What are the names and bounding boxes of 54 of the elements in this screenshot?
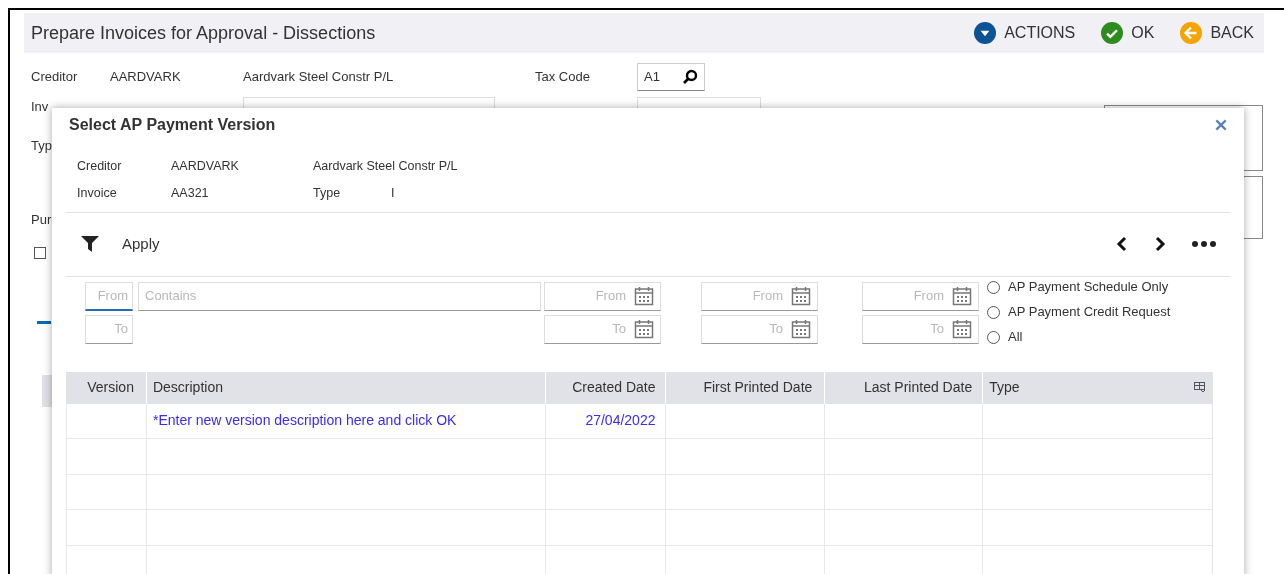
column-header[interactable]: Type [982, 371, 1212, 404]
close-button[interactable] [1214, 118, 1228, 132]
calendar-icon [952, 319, 972, 339]
next-button[interactable] [1154, 236, 1166, 252]
check-icon [1101, 22, 1124, 44]
previous-button[interactable] [1116, 236, 1128, 252]
field-label: Pur [31, 211, 52, 229]
field-value: AARDVARK [110, 68, 181, 86]
field-label: Inv [31, 98, 49, 116]
calendar-icon [952, 286, 972, 306]
field-value: Aardvark Steel Constr P/L [313, 158, 459, 175]
tax-code-field[interactable]: A1 [637, 63, 705, 91]
more-button[interactable] [1192, 241, 1216, 247]
radio-button[interactable] [987, 280, 1000, 294]
table-header-background [42, 375, 52, 407]
tab-indicator [37, 321, 51, 324]
radio-option[interactable]: All [987, 327, 1171, 347]
column-header[interactable]: Version [66, 371, 146, 404]
column-header[interactable]: First Printed Date [665, 371, 825, 404]
radio-button[interactable] [987, 305, 1000, 319]
checkbox[interactable] [34, 247, 46, 259]
field-label: Type [313, 184, 342, 202]
apply-button[interactable]: Apply [80, 232, 160, 256]
column-header[interactable]: Description [145, 371, 545, 404]
filter-icon [80, 235, 100, 253]
dropdown-icon [974, 22, 997, 44]
radio-option[interactable]: AP Payment Schedule Only [987, 277, 1171, 297]
field-value: Aardvark Steel Constr P/L [243, 68, 394, 86]
back-icon [1180, 22, 1203, 44]
field-label: Invoice [77, 184, 118, 202]
field-label: Creditor [77, 158, 123, 175]
field-value: AARDVARK [171, 158, 240, 175]
table-cell-text: 27/04/2022 [585, 411, 656, 431]
field-label: Tax Code [535, 68, 590, 86]
search-icon [682, 69, 698, 85]
ok-button[interactable]: OK [1101, 21, 1155, 45]
radio-option[interactable]: AP Payment Credit Request [987, 302, 1171, 322]
column-header[interactable]: Last Printed Date [824, 371, 983, 404]
calendar-icon [634, 286, 654, 306]
column-chooser-icon [1194, 382, 1206, 393]
dialog-title: Select AP Payment Version [69, 115, 276, 135]
column-header[interactable]: Created Date [544, 371, 666, 404]
calendar-icon [791, 319, 811, 339]
calendar-icon [634, 319, 654, 339]
page-title: Prepare Invoices for Approval - Dissections [31, 21, 376, 45]
actions-button[interactable]: ACTIONS [974, 21, 1076, 45]
field-label: Creditor [31, 68, 78, 86]
field-value: I [391, 184, 396, 202]
back-button[interactable]: BACK [1180, 21, 1254, 45]
radio-button[interactable] [987, 330, 1000, 344]
field-value: AA321 [171, 184, 210, 202]
table-cell-text: *Enter new version description here and click OK [152, 411, 457, 431]
field-label: Typ [31, 137, 52, 155]
calendar-icon [791, 286, 811, 306]
